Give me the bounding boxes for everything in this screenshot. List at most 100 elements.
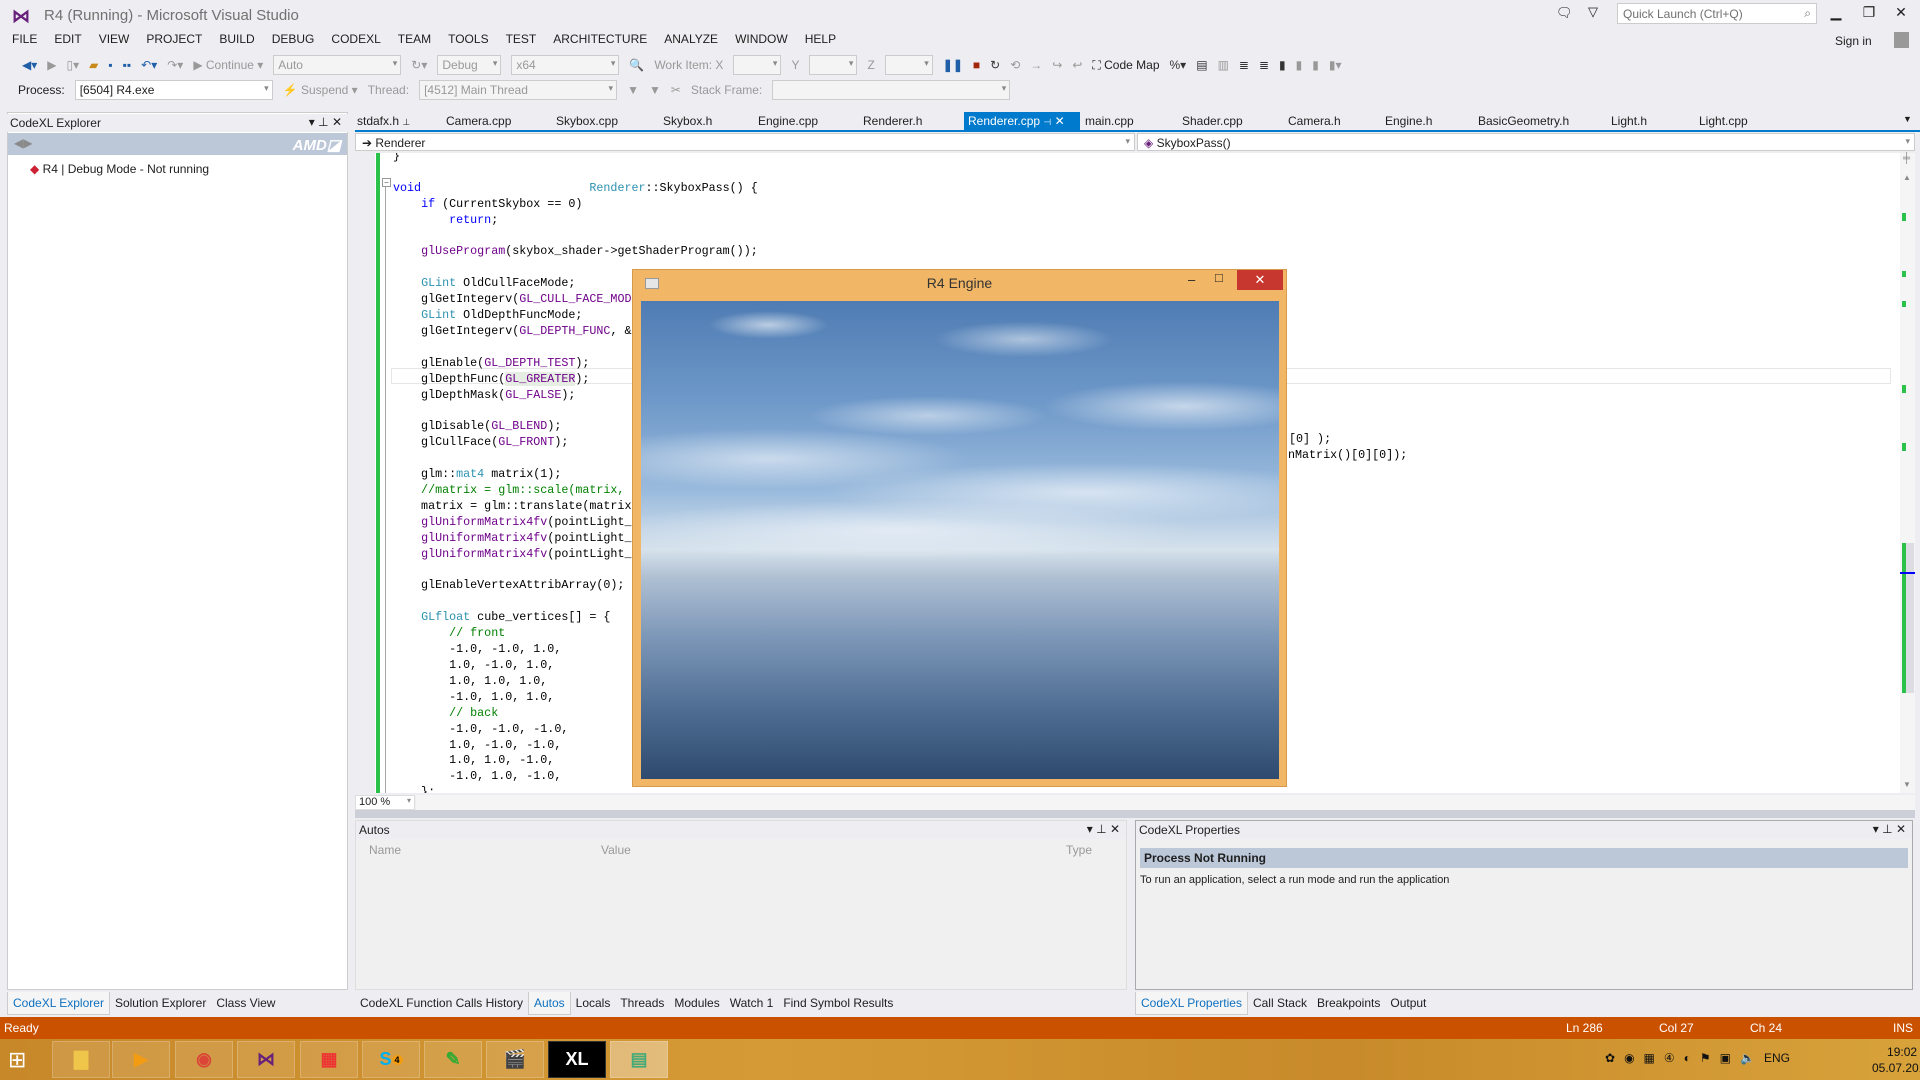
tab-skybox-h[interactable]: Skybox.h <box>663 114 712 128</box>
platform-select[interactable]: x64 <box>511 55 620 75</box>
stack-frame-select[interactable] <box>772 80 1011 100</box>
redo-icon[interactable]: ↷▾ <box>167 58 183 72</box>
undo-icon[interactable]: ↶▾ <box>141 58 157 72</box>
menu-architecture[interactable]: ARCHITECTURE <box>553 32 647 46</box>
restore-button[interactable]: ❐ <box>1855 4 1883 21</box>
game-maximize-button[interactable]: □ <box>1215 270 1223 285</box>
close-button[interactable]: ✕ <box>1887 4 1915 21</box>
tab-watch-1[interactable]: Watch 1 <box>725 992 779 1015</box>
vertical-scrollbar[interactable]: ╪ ▲ ▼ <box>1900 153 1915 793</box>
codexl-icon[interactable]: XL <box>548 1041 606 1078</box>
hex-display-icon[interactable]: %▾ <box>1170 58 1187 72</box>
tab-camera-h[interactable]: Camera.h <box>1288 114 1341 128</box>
configuration-select[interactable]: Debug <box>437 55 502 75</box>
tab-threads[interactable]: Threads <box>615 992 669 1015</box>
open-file-icon[interactable]: ▰ <box>89 58 98 72</box>
tab-locals[interactable]: Locals <box>571 992 616 1015</box>
show-next-statement-icon[interactable]: ⟲ <box>1010 58 1020 72</box>
next-bookmark-icon[interactable]: ▮ <box>1312 58 1319 72</box>
zoom-level-select[interactable]: 100 % ▾ <box>355 795 415 810</box>
visual-studio-icon[interactable]: ⋈ <box>237 1041 295 1078</box>
media-player-icon[interactable]: ▶ <box>112 1041 170 1078</box>
scroll-down-icon[interactable]: ▼ <box>1903 780 1911 789</box>
pin-icon[interactable]: ⊥ <box>1096 822 1110 836</box>
close-icon[interactable]: ✕ <box>332 115 342 129</box>
avatar[interactable] <box>1894 32 1909 48</box>
pin-icon[interactable]: ⊥ <box>402 117 410 127</box>
tab-engine-cpp[interactable]: Engine.cpp <box>758 114 818 128</box>
dropdown-icon[interactable]: ▾ <box>1087 822 1096 836</box>
sign-in-link[interactable]: Sign in <box>1835 34 1872 48</box>
member-dropdown[interactable]: ◈ SkyboxPass() ▾ <box>1137 133 1915 151</box>
back-forward-icon[interactable]: ◀▶ <box>14 136 32 150</box>
media-classic-icon[interactable]: 🎬 <box>486 1041 544 1078</box>
column-header-type[interactable]: Type <box>1066 843 1092 857</box>
steam-icon[interactable]: ◐ <box>1684 1051 1691 1065</box>
stack-icon[interactable]: ▥ <box>1218 58 1229 72</box>
class-dropdown[interactable]: ➔ Renderer ▾ <box>355 133 1135 151</box>
dropdown-icon[interactable]: ▾ <box>1873 822 1882 836</box>
menu-build[interactable]: BUILD <box>219 32 254 46</box>
threads-icon[interactable]: ▤ <box>1196 58 1207 72</box>
tray-app-icon[interactable]: ✿ <box>1605 1051 1615 1065</box>
save-all-icon[interactable]: ▪▪ <box>123 58 132 72</box>
tab-renderer-cpp[interactable]: Renderer.cpp ⊣ ✕ <box>964 112 1080 130</box>
thread-select[interactable]: [4512] Main Thread <box>419 80 618 100</box>
tab-codexl-properties[interactable]: CodeXL Properties <box>1135 992 1248 1015</box>
game-minimize-button[interactable]: – <box>1188 272 1195 287</box>
work-item-z-select[interactable] <box>884 55 933 75</box>
action-center-flag-icon[interactable]: ⚑ <box>1700 1051 1711 1065</box>
tab-call-stack[interactable]: Call Stack <box>1248 992 1312 1015</box>
pin-icon[interactable]: ⊣ <box>1043 117 1051 127</box>
tab-codexl-explorer[interactable]: CodeXL Explorer <box>7 992 110 1015</box>
save-icon[interactable]: ▪ <box>108 58 112 72</box>
menu-file[interactable]: FILE <box>12 32 37 46</box>
column-header-value[interactable]: Value <box>601 843 631 857</box>
scroll-up-icon[interactable]: ▲ <box>1903 173 1911 182</box>
uncomment-icon[interactable]: ≣ <box>1259 58 1269 72</box>
menu-test[interactable]: TEST <box>506 32 537 46</box>
clear-bookmarks-icon[interactable]: ▮▾ <box>1329 58 1342 72</box>
menu-debug[interactable]: DEBUG <box>272 32 315 46</box>
menu-tools[interactable]: TOOLS <box>448 32 488 46</box>
find-icon[interactable]: 🔍 <box>629 58 644 72</box>
restart-icon[interactable]: ↻ <box>990 58 1000 72</box>
volume-icon[interactable]: 🔈 <box>1740 1051 1755 1065</box>
step-over-icon[interactable]: ↪ <box>1052 58 1062 72</box>
r4-engine-window[interactable]: R4 Engine – □ ✕ <box>632 269 1287 787</box>
process-select[interactable]: [6504] R4.exe <box>74 80 273 100</box>
work-item-x-select[interactable] <box>733 55 782 75</box>
tab-engine-h[interactable]: Engine.h <box>1385 114 1432 128</box>
tab-stdafx-h[interactable]: stdafx.h ⊥ <box>357 114 410 128</box>
tab-main-cpp[interactable]: main.cpp <box>1085 114 1134 128</box>
work-item-y-select[interactable] <box>809 55 858 75</box>
file-explorer-icon[interactable]: ▇ <box>52 1041 110 1078</box>
tab-skybox-cpp[interactable]: Skybox.cpp <box>556 114 618 128</box>
continue-button[interactable]: ▶ Continue ▾ <box>193 58 263 72</box>
pin-icon[interactable]: ⊥ <box>318 115 332 129</box>
pause-icon[interactable]: ❚❚ <box>943 58 963 72</box>
menu-project[interactable]: PROJECT <box>146 32 202 46</box>
minimize-button[interactable]: ▁ <box>1822 4 1850 21</box>
tab-modules[interactable]: Modules <box>669 992 724 1015</box>
notepad-plus-plus-icon[interactable]: ✎ <box>424 1041 482 1078</box>
collapse-icon[interactable]: − <box>382 178 391 187</box>
panel-splitter[interactable] <box>355 810 1915 818</box>
tab-output[interactable]: Output <box>1385 992 1431 1015</box>
tab-find-symbol-results[interactable]: Find Symbol Results <box>778 992 898 1015</box>
tray-chrome-icon[interactable]: ◉ <box>1624 1051 1634 1065</box>
show-threads-icon[interactable]: ✂ <box>671 83 681 97</box>
tree-item-project[interactable]: ◆ R4 | Debug Mode - Not running <box>30 162 209 176</box>
close-icon[interactable]: ✕ <box>1110 822 1120 836</box>
tab-light-cpp[interactable]: Light.cpp <box>1699 114 1748 128</box>
step-into-icon[interactable]: → <box>1030 58 1042 72</box>
new-project-icon[interactable]: ▯▾ <box>67 58 80 72</box>
stop-icon[interactable]: ■ <box>973 58 980 72</box>
tab-solution-explorer[interactable]: Solution Explorer <box>110 992 211 1015</box>
step-out-icon[interactable]: ↩ <box>1072 58 1082 72</box>
filter-icon[interactable]: ▽ <box>1588 4 1598 20</box>
tray-app-icon[interactable]: ▦ <box>1644 1051 1655 1065</box>
close-icon[interactable]: ✕ <box>1896 822 1906 836</box>
quick-launch-input[interactable]: Quick Launch (Ctrl+Q) ⌕ <box>1617 3 1817 24</box>
column-header-name[interactable]: Name <box>369 843 401 857</box>
